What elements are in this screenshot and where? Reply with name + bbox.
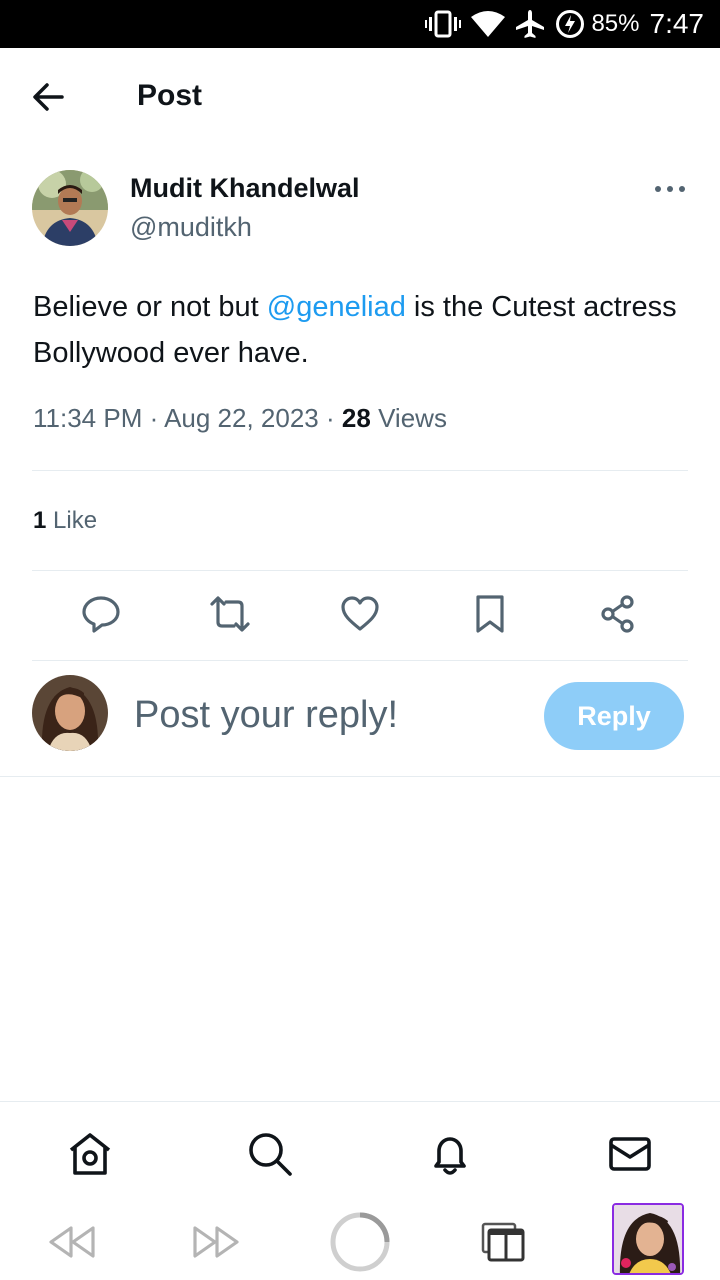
divider xyxy=(32,570,688,571)
back-arrow-icon xyxy=(33,83,64,111)
post-text: Believe or not but @geneliad is the Cute… xyxy=(33,284,693,376)
bookmark-icon xyxy=(476,595,504,633)
user-avatar[interactable] xyxy=(32,675,108,751)
divider xyxy=(32,660,688,661)
reply-composer: Reply xyxy=(32,673,688,753)
comment-icon xyxy=(82,596,120,633)
divider xyxy=(0,776,720,777)
vibrate-icon xyxy=(425,9,462,39)
status-bar: 85% 7:47 xyxy=(0,0,720,48)
rewind-button[interactable] xyxy=(40,1210,104,1274)
bookmark-button[interactable] xyxy=(468,592,512,636)
circle-icon xyxy=(330,1212,390,1272)
mail-icon xyxy=(609,1137,651,1171)
likes-label: Like xyxy=(53,507,98,534)
home-icon xyxy=(69,1133,111,1175)
author-name: Mudit Khandelwal xyxy=(130,173,360,203)
share-button[interactable] xyxy=(596,592,640,636)
reply-submit-button[interactable]: Reply xyxy=(544,682,684,750)
post-text-start: Believe or not but xyxy=(33,291,267,323)
meta-separator: · xyxy=(326,403,335,433)
author-avatar[interactable] xyxy=(32,170,108,246)
tabs-button[interactable] xyxy=(472,1210,536,1274)
likes-summary[interactable]: 1 Like xyxy=(33,507,97,535)
tabs-icon xyxy=(481,1222,525,1262)
nav-home[interactable] xyxy=(66,1130,114,1178)
fast-forward-button[interactable] xyxy=(184,1210,248,1274)
reply-input[interactable] xyxy=(134,689,534,741)
nav-search[interactable] xyxy=(246,1130,294,1178)
rewind-icon xyxy=(49,1226,95,1258)
battery-charging-icon xyxy=(555,9,585,39)
repost-icon xyxy=(210,596,250,632)
battery-percent: 85% xyxy=(591,10,640,37)
system-bar xyxy=(0,1200,720,1280)
fast-forward-icon xyxy=(193,1226,239,1258)
recent-app-thumbnail[interactable] xyxy=(612,1203,684,1275)
post-date[interactable]: Aug 22, 2023 xyxy=(164,403,319,433)
divider xyxy=(32,470,688,471)
author-handle: @muditkh xyxy=(130,212,252,242)
mention-link[interactable]: @geneliad xyxy=(267,291,406,323)
meta-separator: · xyxy=(149,403,159,433)
views-count: 28 xyxy=(341,403,371,433)
post-actions xyxy=(32,592,688,640)
page-title: Post xyxy=(137,79,203,112)
bottom-navigation xyxy=(0,1101,720,1201)
airplane-mode-icon xyxy=(515,9,545,39)
like-button[interactable] xyxy=(338,592,382,636)
share-icon xyxy=(601,595,634,633)
back-button[interactable] xyxy=(30,80,70,114)
nav-notifications[interactable] xyxy=(426,1130,474,1178)
more-dots-icon xyxy=(655,186,685,192)
heart-icon xyxy=(341,596,379,631)
more-options-button[interactable] xyxy=(652,174,688,204)
repost-button[interactable] xyxy=(208,592,252,636)
wifi-icon xyxy=(471,11,506,37)
home-circle-button[interactable] xyxy=(328,1210,392,1274)
likes-count: 1 xyxy=(33,507,47,534)
post-author: Mudit Khandelwal @muditkh xyxy=(32,168,692,248)
clock: 7:47 xyxy=(649,8,705,39)
reply-action-button[interactable] xyxy=(79,592,123,636)
top-bar: Post xyxy=(0,48,720,146)
bell-icon xyxy=(434,1137,466,1175)
views-label: Views xyxy=(378,403,447,433)
nav-messages[interactable] xyxy=(606,1130,654,1178)
search-icon xyxy=(249,1133,292,1176)
post-time[interactable]: 11:34 PM xyxy=(33,403,142,433)
post-meta: 11:34 PM · Aug 22, 2023 · 28 Views xyxy=(33,403,447,434)
